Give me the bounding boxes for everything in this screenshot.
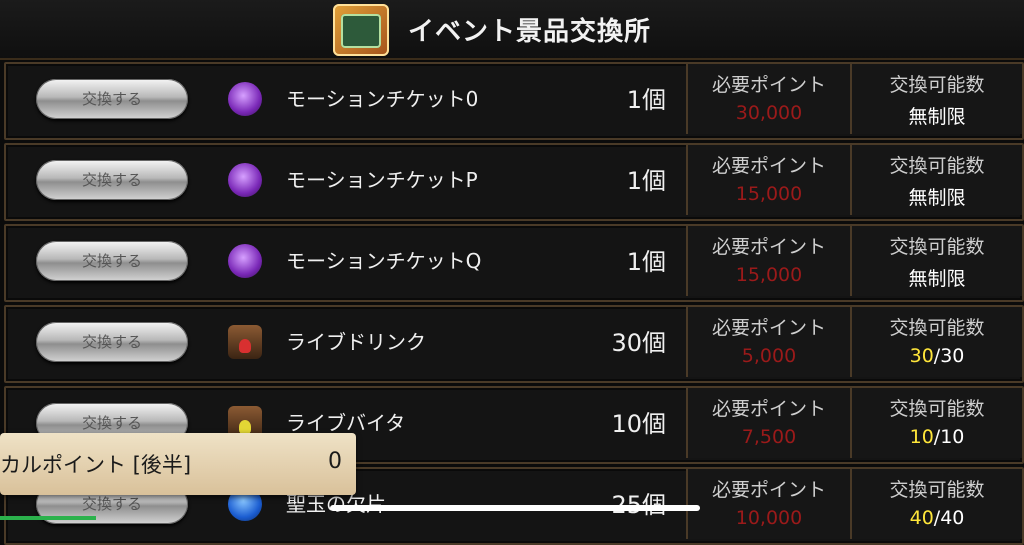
limit-current: 10 xyxy=(909,426,934,448)
points-value: 7,500 xyxy=(741,426,797,448)
limit-cell: 交換可能数 10/10 xyxy=(850,388,1022,458)
limit-cell: 交換可能数 無制限 xyxy=(850,145,1022,215)
exchange-row: 交換する ライブドリンク 30個 必要ポイント 5,000 交換可能数 30/3… xyxy=(0,305,1024,383)
points-value: 30,000 xyxy=(735,102,803,124)
exchange-chest-icon xyxy=(333,4,389,56)
motion-ticket-icon xyxy=(228,163,262,197)
item-quantity: 10個 xyxy=(611,410,666,438)
item-quantity: 1個 xyxy=(626,167,666,195)
limit-value: 40/40 xyxy=(852,507,1022,529)
item-name: モーションチケット0 xyxy=(286,87,479,111)
limit-cell: 交換可能数 40/40 xyxy=(850,469,1022,539)
limit-label: 交換可能数 xyxy=(889,398,985,420)
exchange-button[interactable]: 交換する xyxy=(36,241,188,281)
limit-cell: 交換可能数 30/30 xyxy=(850,307,1022,377)
item-name: ライブバイタ xyxy=(286,411,406,435)
limit-value: 無制限 xyxy=(908,187,966,209)
points-label: 必要ポイント xyxy=(711,155,826,177)
points-cell: 必要ポイント 30,000 xyxy=(686,64,850,134)
limit-label: 交換可能数 xyxy=(889,236,985,258)
exchange-button[interactable]: 交換する xyxy=(36,322,188,362)
points-label: 必要ポイント xyxy=(711,479,826,501)
limit-value: 無制限 xyxy=(908,106,966,128)
item-quantity: 25個 xyxy=(590,485,666,520)
page-title: イベント景品交換所 xyxy=(408,17,652,47)
points-cell: 必要ポイント 10,000 xyxy=(686,469,850,539)
exchange-row: 交換する モーションチケット0 1個 必要ポイント 30,000 交換可能数 無… xyxy=(0,62,1024,140)
limit-current: 30 xyxy=(909,345,934,367)
points-balance-panel: カルポイント [後半] 0 xyxy=(0,433,356,495)
item-quantity: 1個 xyxy=(626,248,666,276)
points-label: 必要ポイント xyxy=(711,317,826,339)
home-indicator[interactable] xyxy=(330,505,700,511)
motion-ticket-icon xyxy=(228,244,262,278)
limit-total: /10 xyxy=(933,426,965,448)
exchange-button[interactable]: 交換する xyxy=(36,79,188,119)
item-name: モーションチケットP xyxy=(286,168,478,192)
points-label: 必要ポイント xyxy=(711,74,826,96)
points-value: 5,000 xyxy=(741,345,797,367)
limit-value: 無制限 xyxy=(908,268,966,290)
limit-label: 交換可能数 xyxy=(889,317,985,339)
header-bar: イベント景品交換所 xyxy=(0,0,1024,60)
points-balance-value: 0 xyxy=(328,449,342,474)
item-quantity: 1個 xyxy=(626,86,666,114)
limit-current: 40 xyxy=(909,507,934,529)
points-cell: 必要ポイント 15,000 xyxy=(686,145,850,215)
exchange-row: 交換する モーションチケットQ 1個 必要ポイント 15,000 交換可能数 無… xyxy=(0,224,1024,302)
limit-label: 交換可能数 xyxy=(889,155,985,177)
live-drink-icon xyxy=(228,325,262,359)
points-value: 15,000 xyxy=(735,264,803,286)
limit-total: /30 xyxy=(933,345,965,367)
item-quantity: 30個 xyxy=(611,329,666,357)
points-value: 15,000 xyxy=(735,183,803,205)
limit-label: 交換可能数 xyxy=(889,479,985,501)
limit-label: 交換可能数 xyxy=(889,74,985,96)
limit-total: /40 xyxy=(933,507,965,529)
limit-cell: 交換可能数 無制限 xyxy=(850,64,1022,134)
points-label: 必要ポイント xyxy=(711,398,826,420)
progress-bar xyxy=(0,516,96,520)
motion-ticket-icon xyxy=(228,82,262,116)
points-cell: 必要ポイント 15,000 xyxy=(686,226,850,296)
points-label: 必要ポイント xyxy=(711,236,826,258)
points-value: 10,000 xyxy=(735,507,803,529)
limit-cell: 交換可能数 無制限 xyxy=(850,226,1022,296)
points-cell: 必要ポイント 7,500 xyxy=(686,388,850,458)
points-balance-label: カルポイント [後半] xyxy=(0,453,192,477)
exchange-row: 交換する モーションチケットP 1個 必要ポイント 15,000 交換可能数 無… xyxy=(0,143,1024,221)
item-name: ライブドリンク xyxy=(286,330,426,354)
limit-value: 10/10 xyxy=(852,426,1022,448)
item-name: モーションチケットQ xyxy=(286,249,482,273)
exchange-button[interactable]: 交換する xyxy=(36,160,188,200)
points-cell: 必要ポイント 5,000 xyxy=(686,307,850,377)
limit-value: 30/30 xyxy=(852,345,1022,367)
